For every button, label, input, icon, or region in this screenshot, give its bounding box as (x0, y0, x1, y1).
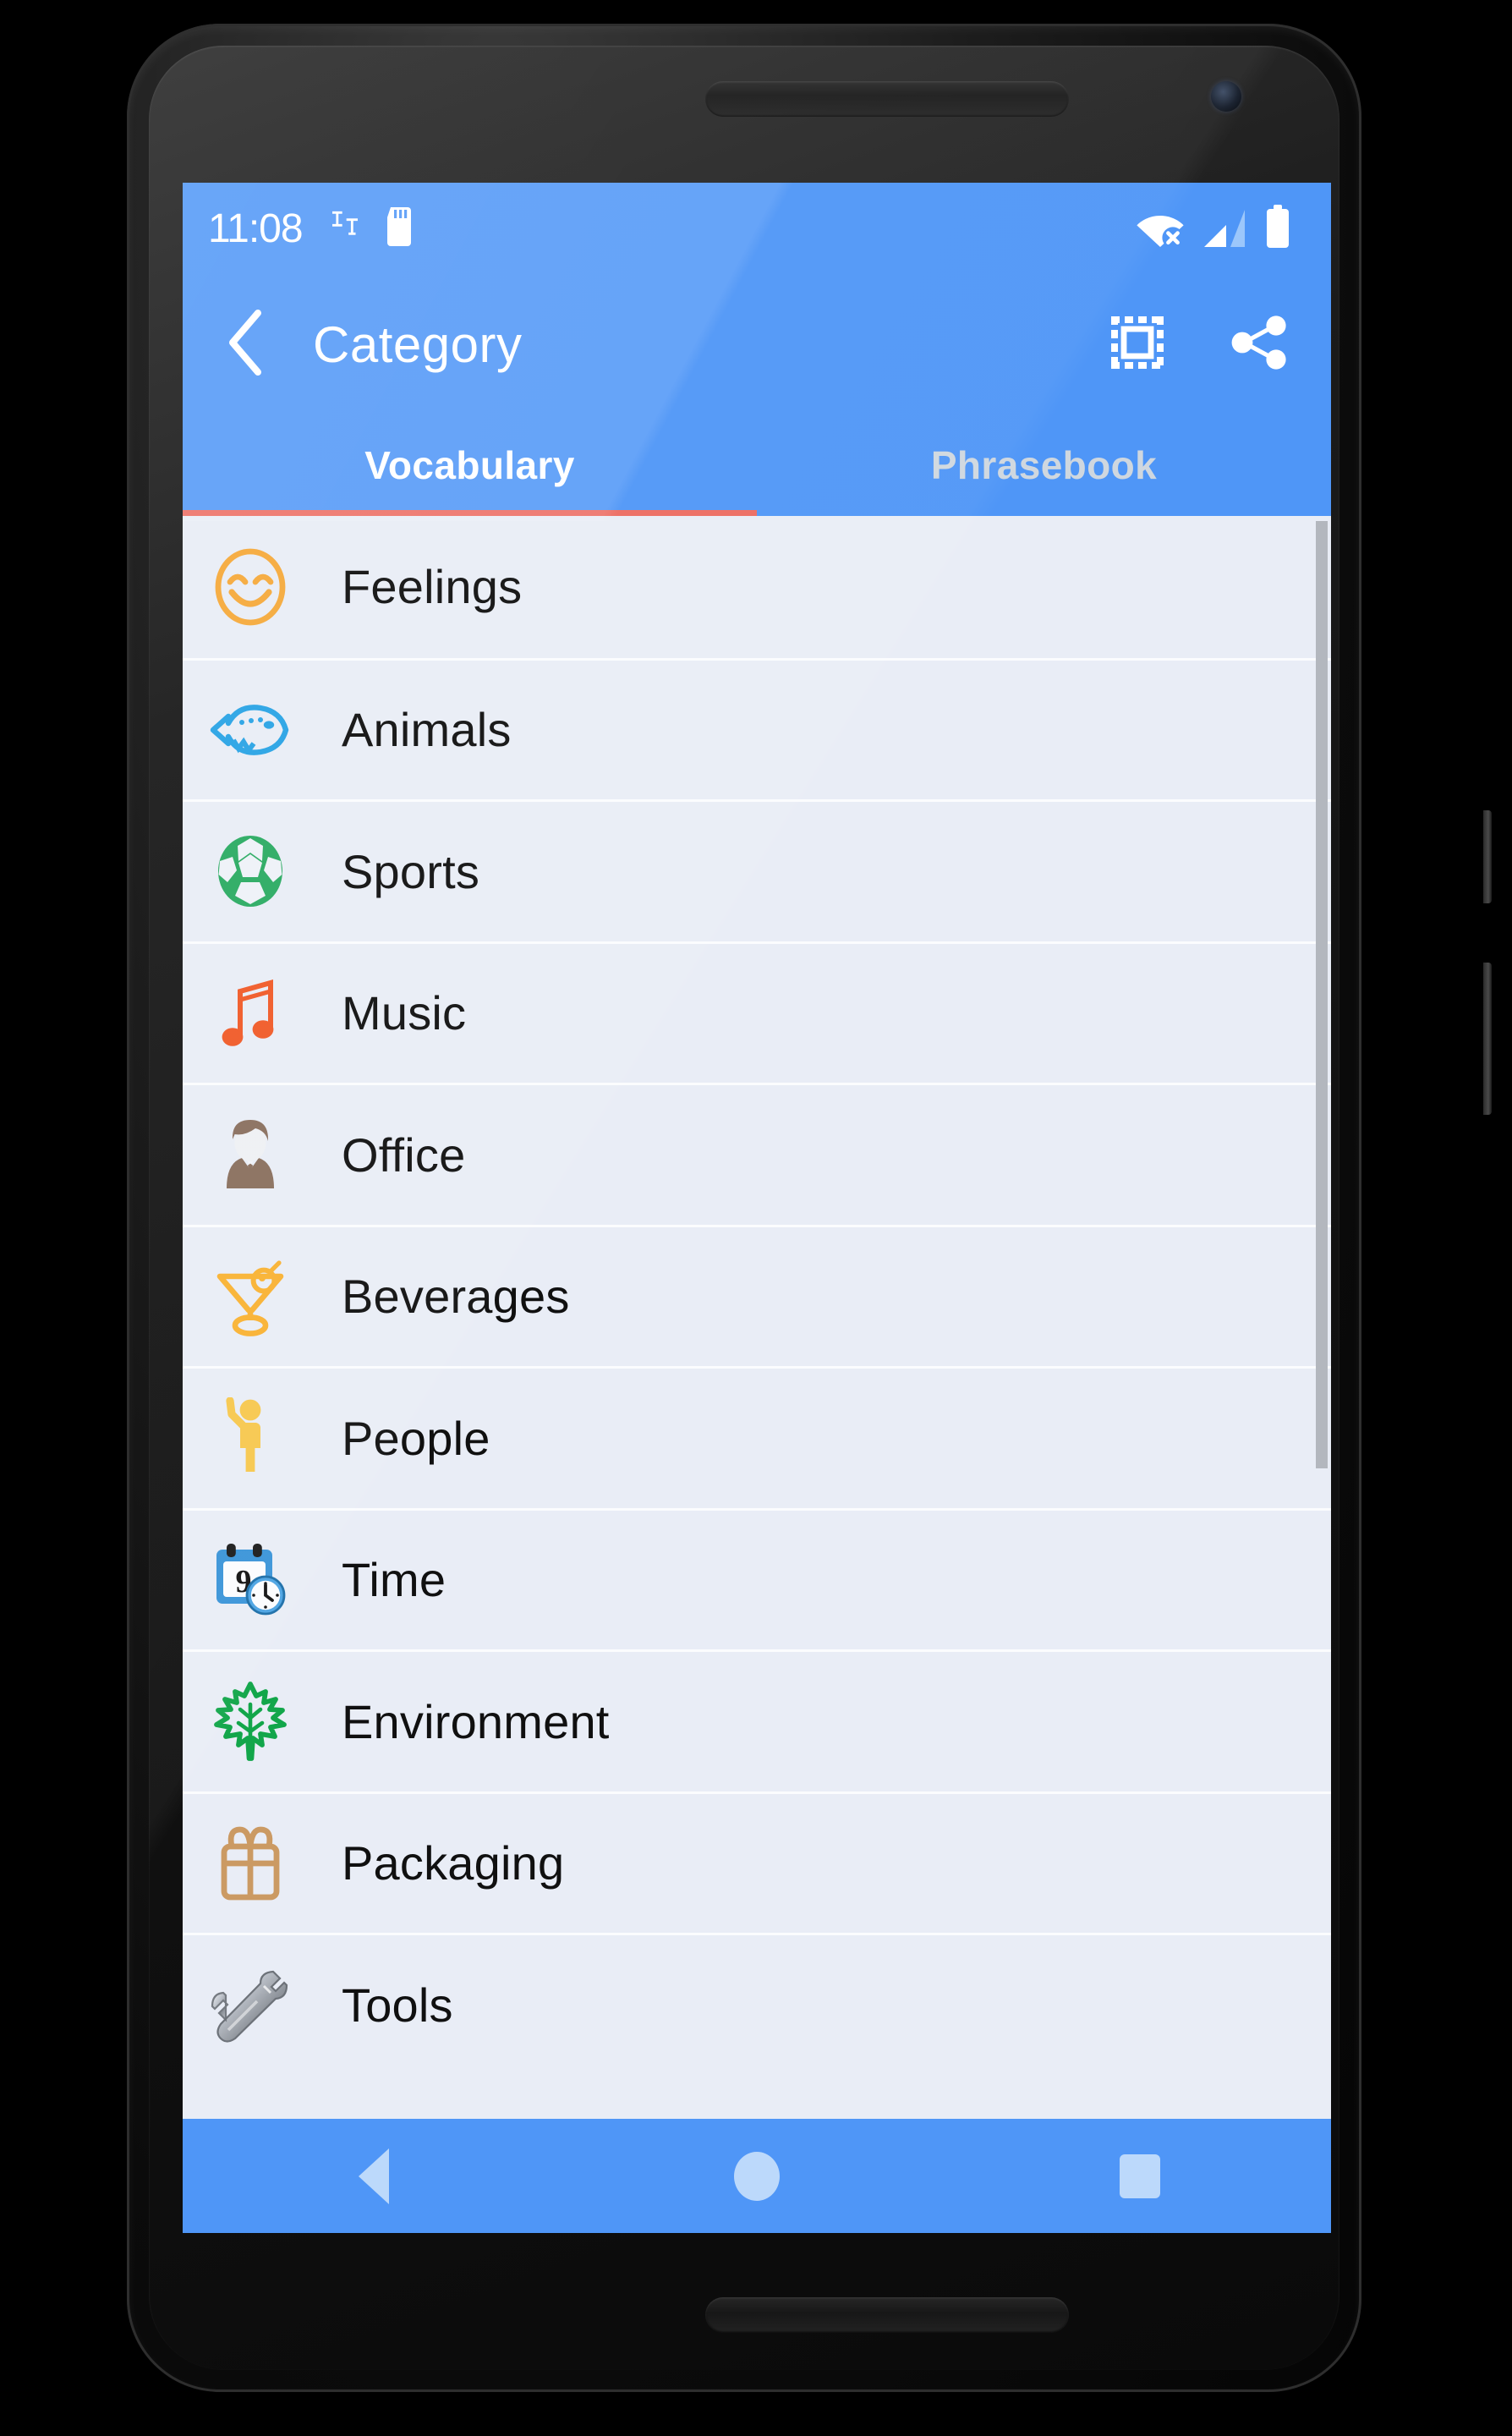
soccer-ball-icon (206, 827, 294, 915)
earpiece-speaker (705, 81, 1069, 117)
tab-active-indicator (183, 510, 757, 516)
list-item-beverages[interactable]: Beverages (183, 1224, 1331, 1366)
smiley-face-icon (206, 543, 294, 631)
status-bar: 11:08 (183, 183, 1331, 274)
list-item-time[interactable]: 9 Time (183, 1507, 1331, 1649)
status-left-icon-group (328, 206, 414, 250)
app-bar: Category (183, 274, 1331, 414)
list-item-label: Packaging (342, 1836, 565, 1890)
list-item-packaging[interactable]: Packaging (183, 1791, 1331, 1933)
power-button[interactable] (1483, 810, 1492, 903)
share-button[interactable] (1228, 311, 1290, 378)
list-item-environment[interactable]: Environment (183, 1649, 1331, 1791)
screen-rotation-icon (328, 208, 362, 250)
list-item-label: People (342, 1411, 490, 1465)
cellular-signal-icon (1202, 208, 1248, 253)
calendar-clock-icon: 9 (206, 1536, 294, 1624)
phone-screen: 11:08 Category Vocabulary Phrasebook Fee… (183, 183, 1331, 2233)
list-item-label: Tools (342, 1978, 453, 2032)
list-item-label: Feelings (342, 560, 523, 614)
nav-home-button[interactable] (681, 2119, 833, 2233)
volume-button[interactable] (1483, 963, 1492, 1115)
front-camera (1211, 81, 1241, 112)
list-item-label: Music (342, 986, 467, 1040)
back-button[interactable] (211, 309, 282, 380)
nav-back-button[interactable] (298, 2119, 450, 2233)
maple-leaf-icon (206, 1677, 294, 1765)
music-note-icon (206, 969, 294, 1057)
tab-phrasebook[interactable]: Phrasebook (757, 414, 1331, 516)
square-recents-icon (1119, 2153, 1160, 2198)
wrench-icon (206, 1961, 294, 2049)
fish-icon (206, 686, 294, 774)
tab-bar: Vocabulary Phrasebook (183, 414, 1331, 516)
list-item-animals[interactable]: Animals (183, 657, 1331, 799)
gift-box-icon (206, 1819, 294, 1907)
select-all-icon (1108, 313, 1167, 376)
list-item-tools[interactable]: Tools (183, 1933, 1331, 2075)
list-item-label: Sports (342, 844, 480, 898)
list-item-music[interactable]: Music (183, 941, 1331, 1083)
list-item-label: Time (342, 1553, 446, 1607)
list-item-label: Animals (342, 703, 512, 757)
list-item-label: Environment (342, 1694, 610, 1748)
list-item-sports[interactable]: Sports (183, 799, 1331, 941)
businessman-icon (206, 1111, 294, 1199)
bottom-speaker (705, 2297, 1069, 2333)
battery-full-icon (1265, 204, 1290, 253)
wifi-off-icon (1135, 208, 1186, 253)
circle-home-icon (733, 2151, 780, 2201)
tab-vocabulary[interactable]: Vocabulary (183, 414, 757, 516)
person-waving-icon (206, 1394, 294, 1482)
list-item-office[interactable]: Office (183, 1083, 1331, 1225)
list-item-people[interactable]: People (183, 1366, 1331, 1508)
category-list: Feelings Animals Sports Music Office Bev… (183, 516, 1331, 2119)
status-right-icon-group (1135, 204, 1306, 253)
list-item-label: Office (342, 1127, 466, 1182)
chevron-left-icon (222, 308, 271, 381)
status-clock: 11:08 (208, 206, 304, 251)
app-bar-actions (1108, 311, 1302, 378)
list-item-label: Beverages (342, 1270, 570, 1324)
list-item-feelings[interactable]: Feelings (183, 516, 1331, 658)
page-title: Category (313, 315, 523, 373)
android-nav-bar (183, 2119, 1331, 2233)
list-scrollbar[interactable] (1316, 521, 1328, 1468)
cocktail-glass-icon (206, 1253, 294, 1341)
nav-recents-button[interactable] (1064, 2119, 1216, 2233)
select-all-button[interactable] (1108, 313, 1167, 376)
triangle-back-icon (359, 2148, 390, 2204)
sd-card-icon (384, 206, 414, 250)
share-icon (1228, 311, 1290, 378)
